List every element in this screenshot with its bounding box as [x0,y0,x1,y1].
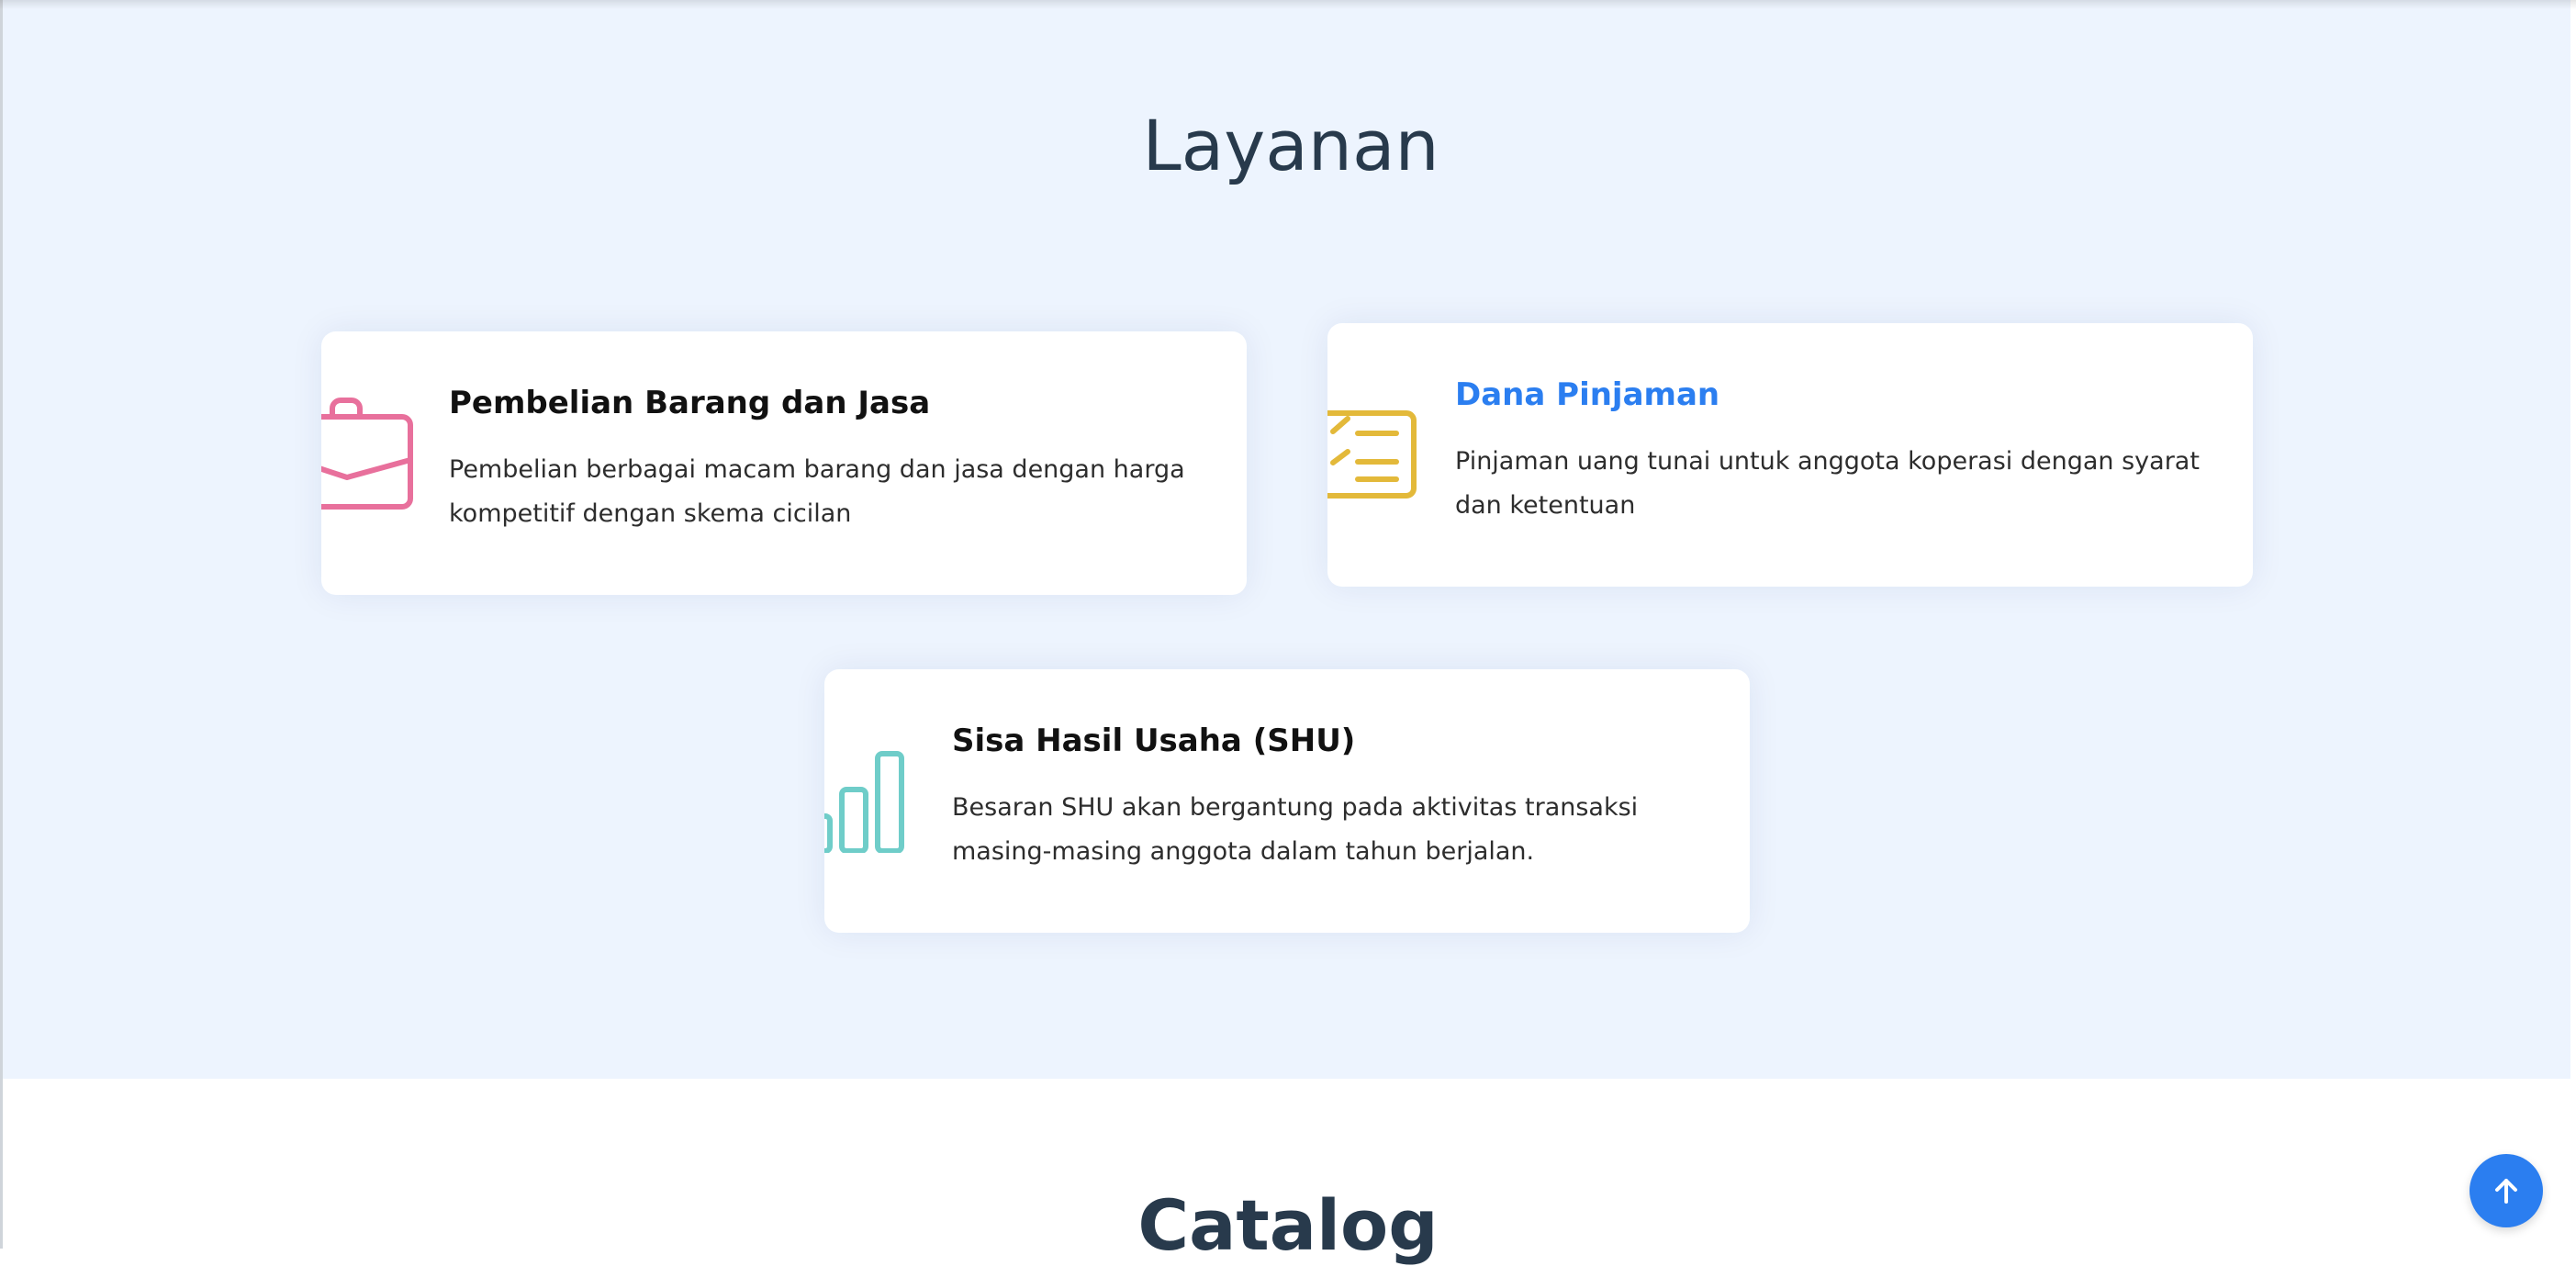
service-card-shu[interactable]: Sisa Hasil Usaha (SHU) Besaran SHU akan … [824,669,1750,933]
service-card-description: Pinjaman uang tunai untuk anggota kopera… [1455,447,2200,520]
back-to-top-button[interactable] [2470,1154,2543,1227]
service-card-loan[interactable]: Dana Pinjaman Pinjaman uang tunai untuk … [1327,323,2253,587]
briefcase-icon [321,398,413,510]
catalog-title: Catalog [1137,1184,1439,1266]
service-card-description: Besaran SHU akan bergantung pada aktivit… [952,793,1639,866]
service-card-purchase[interactable]: Pembelian Barang dan Jasa Pembelian berb… [321,331,1247,595]
service-card-title: Dana Pinjaman [1455,376,1720,413]
service-card-title: Sisa Hasil Usaha (SHU) [952,723,1356,759]
arrow-up-icon [2495,1179,2517,1204]
services-section: Layanan Pembelian Barang dan Jasa Pembel… [3,0,2570,1079]
bar-chart-icon [824,751,904,853]
service-card-description: Pembelian berbagai macam barang dan jasa… [449,455,1185,528]
services-title: Layanan [1142,105,1439,186]
header-shadow [0,0,2576,9]
list-icon [1327,410,1417,499]
service-card-title: Pembelian Barang dan Jasa [449,385,931,421]
